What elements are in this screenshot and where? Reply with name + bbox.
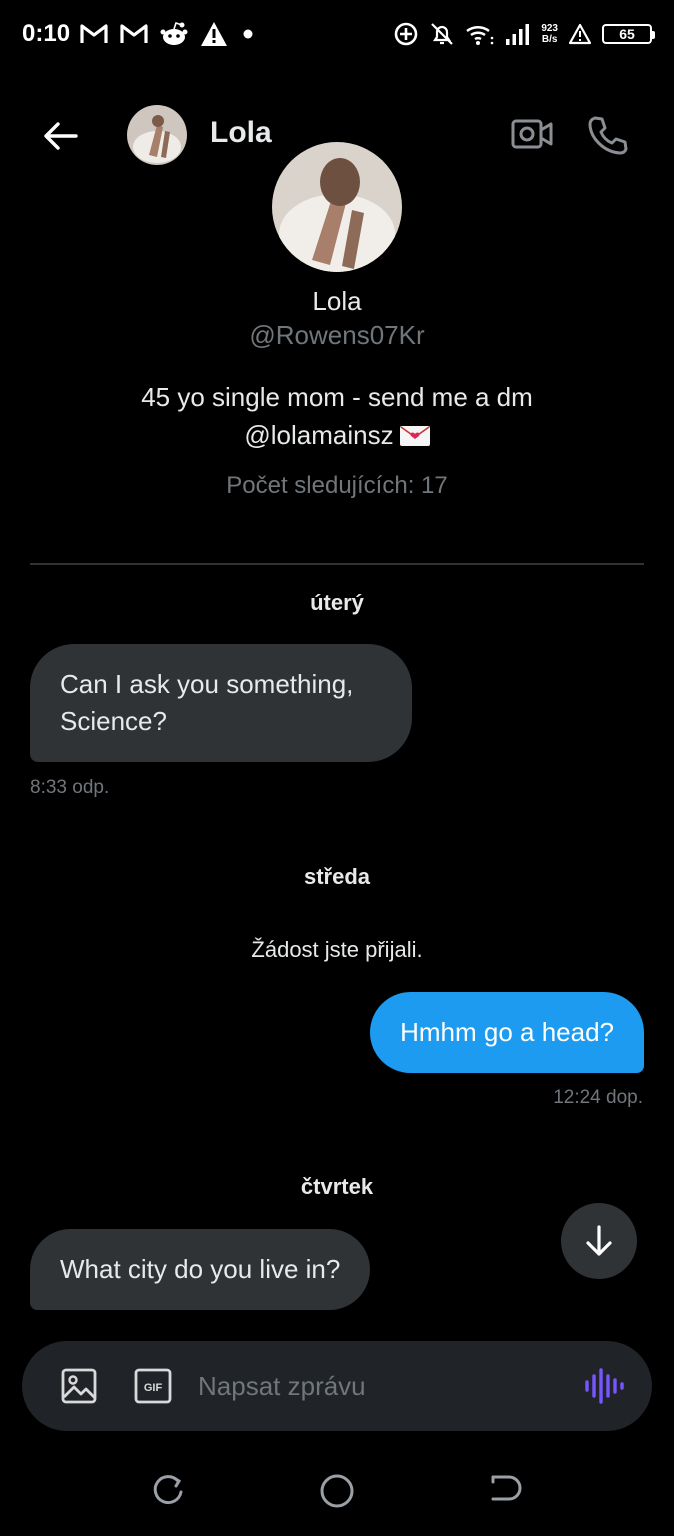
love-letter-icon: [399, 426, 430, 446]
divider: [30, 563, 644, 565]
dot-icon: [243, 29, 253, 39]
back-arrow-icon[interactable]: [40, 116, 80, 156]
profile-name: Lola: [312, 286, 362, 316]
phone-icon[interactable]: [586, 114, 628, 156]
gif-label: GIF: [144, 1382, 163, 1394]
arrow-down-icon: [586, 1225, 612, 1256]
battery-level: 65: [619, 26, 635, 42]
header-avatar[interactable]: [127, 105, 187, 165]
received-message[interactable]: Can I ask you something, Science?: [30, 644, 412, 762]
bell-off-icon: [431, 23, 454, 45]
message-text: Hmhm go a head?: [400, 1017, 614, 1047]
gmail-icon: [80, 24, 108, 43]
reddit-icon: [160, 21, 188, 45]
profile-handle[interactable]: @Rowens07Kr: [0, 320, 674, 351]
alert-icon: [568, 23, 592, 45]
system-icons: 923 B/s 65: [393, 16, 655, 52]
video-call-icon[interactable]: [510, 114, 554, 154]
net-speed-value: 923: [541, 23, 558, 34]
message-input[interactable]: [198, 1366, 558, 1406]
image-icon[interactable]: [60, 1367, 98, 1405]
message-text-line-1: Can I ask you something,: [60, 669, 354, 699]
bio-link[interactable]: @lolamainsz: [244, 420, 393, 450]
message-timestamp: 12:24 dop.: [553, 1087, 643, 1108]
battery-icon: 65: [602, 24, 655, 44]
day-label-thursday: čtvrtek: [300, 1174, 374, 1199]
received-message[interactable]: What city do you live in?: [30, 1229, 371, 1310]
warning-icon: [201, 22, 227, 46]
data-saver-icon: [395, 22, 418, 46]
gif-icon[interactable]: GIF: [134, 1367, 172, 1405]
day-label-tuesday: úterý: [310, 590, 364, 615]
message-text: What city do you live in?: [60, 1254, 341, 1284]
header-name[interactable]: Lola: [210, 116, 272, 150]
status-time: 0:10: [22, 20, 71, 47]
nav-back-icon[interactable]: [488, 1472, 524, 1508]
day-label-wednesday: středa: [303, 864, 371, 889]
sent-message[interactable]: Hmhm go a head?: [370, 992, 644, 1073]
notification-icons: [80, 18, 256, 50]
scroll-to-bottom-button[interactable]: [561, 1203, 637, 1279]
system-message: Žádost jste přijali.: [251, 937, 423, 962]
gmail-icon: [120, 24, 148, 43]
voice-message-icon[interactable]: [582, 1366, 624, 1406]
status-bar: 0:10 923 B/s 65: [0, 0, 674, 70]
net-speed: 923 B/s: [541, 23, 558, 45]
signal-icon: [506, 24, 530, 45]
profile-bio: 45 yo single mom - send me a dm @lolamai…: [60, 378, 614, 454]
bio-line-1: 45 yo single mom - send me a dm: [141, 382, 533, 412]
net-speed-unit: B/s: [541, 34, 558, 45]
profile-avatar[interactable]: [272, 142, 402, 272]
message-text-line-2: Science?: [60, 706, 167, 736]
wifi-icon: [466, 26, 494, 45]
message-timestamp: 8:33 odp.: [30, 777, 110, 798]
follower-count: Počet sledujících: 17: [226, 472, 448, 499]
home-icon[interactable]: [318, 1472, 356, 1510]
recent-apps-icon[interactable]: [150, 1472, 186, 1508]
